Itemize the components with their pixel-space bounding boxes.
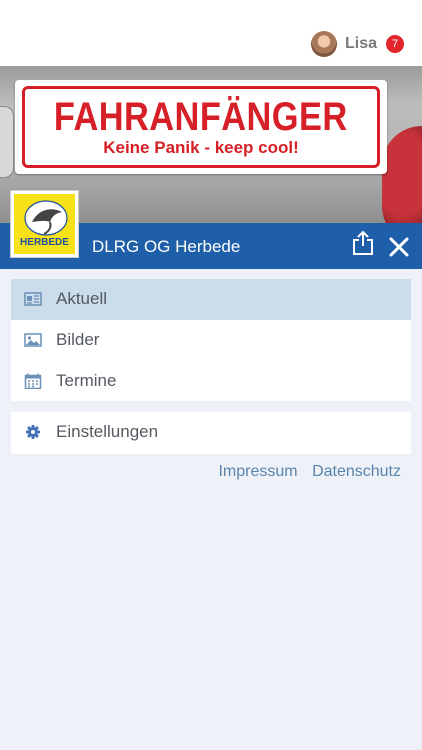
impressum-link[interactable]: Impressum <box>218 463 297 480</box>
footer-links: Impressum Datenschutz <box>208 463 401 481</box>
eagle-icon <box>24 200 68 236</box>
top-bar: Lisa 7 <box>0 0 422 66</box>
menu-item-aktuell[interactable]: Aktuell <box>11 279 411 320</box>
calendar-icon <box>24 373 42 389</box>
menu-item-label: Aktuell <box>56 289 108 308</box>
menu-item-label: Bilder <box>56 330 100 349</box>
page-title: DLRG OG Herbede <box>92 237 241 256</box>
menu-item-label: Einstellungen <box>56 422 159 441</box>
gear-icon <box>26 425 40 439</box>
menu-item-einstellungen[interactable]: Einstellungen <box>11 412 411 453</box>
notification-badge[interactable]: 7 <box>386 35 404 53</box>
banner-sticker: FAHRANFÄNGER Keine Panik - keep cool! <box>15 80 387 174</box>
avatar[interactable] <box>310 31 337 57</box>
menu-item-label: Termine <box>56 371 117 390</box>
menu-item-termine[interactable]: Termine <box>11 361 411 402</box>
user-name[interactable]: Lisa <box>345 35 377 53</box>
close-icon[interactable] <box>388 236 410 258</box>
logo-text: HERBEDE <box>20 237 69 248</box>
user-profile[interactable]: Lisa 7 <box>310 29 404 59</box>
main-menu: Aktuell Bilder Termine <box>11 279 411 401</box>
share-icon[interactable] <box>351 230 375 256</box>
car-edge <box>0 106 14 178</box>
datenschutz-link[interactable]: Datenschutz <box>312 463 401 480</box>
settings-menu: Einstellungen <box>11 412 411 454</box>
sticker-subtitle: Keine Panik - keep cool! <box>103 138 299 157</box>
org-logo: HERBEDE <box>10 190 79 258</box>
image-icon <box>24 333 42 347</box>
newspaper-icon <box>24 292 42 306</box>
car-taillight <box>382 126 422 224</box>
menu-item-bilder[interactable]: Bilder <box>11 320 411 361</box>
sticker-title: FAHRANFÄNGER <box>54 95 348 139</box>
